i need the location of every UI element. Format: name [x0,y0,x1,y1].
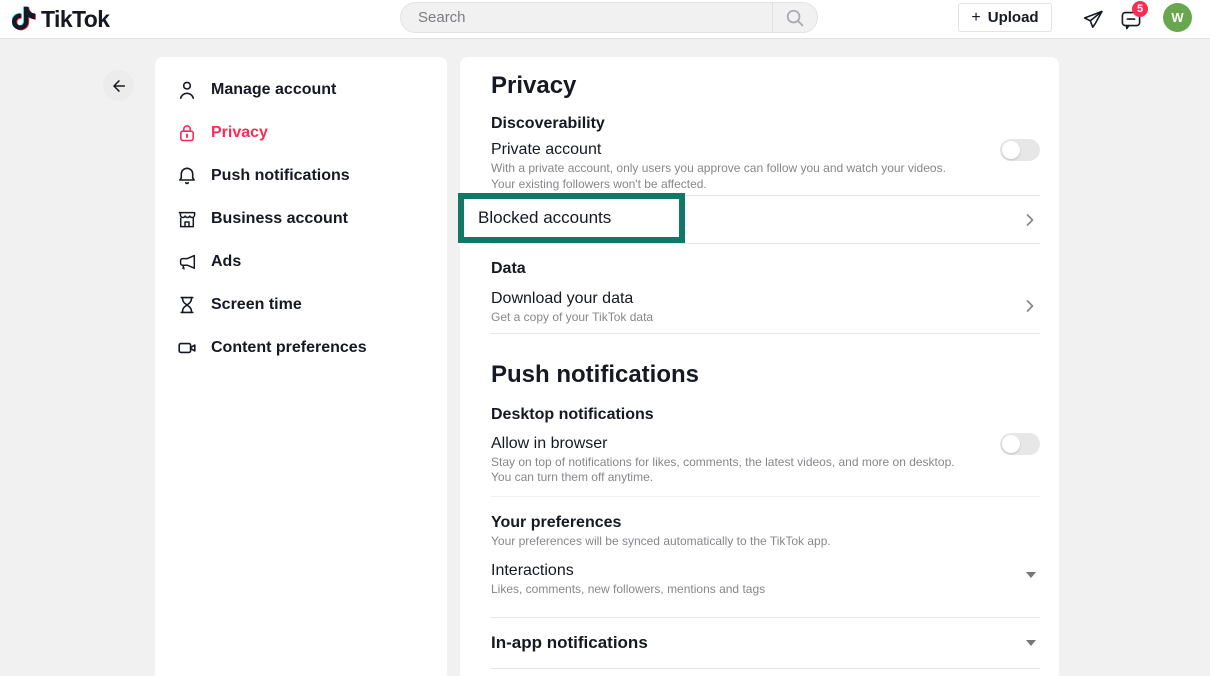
top-bar: TikTok + Upload 5 W [0,0,1210,39]
person-icon [176,79,198,101]
sidebar-item-privacy[interactable]: Privacy [155,111,447,154]
in-app-notifications-heading: In-app notifications [491,633,648,653]
sidebar-item-manage-account[interactable]: Manage account [155,68,447,111]
private-account-toggle[interactable] [1000,139,1040,161]
megaphone-icon [176,251,198,273]
download-data-label: Download your data [491,288,653,309]
tiktok-note-icon [12,4,39,34]
paper-plane-icon [1081,8,1105,32]
sidebar-item-label: Content preferences [211,339,367,357]
chevron-down-icon[interactable] [1026,572,1036,578]
divider [491,668,1040,669]
video-camera-icon [176,337,198,359]
upload-button[interactable]: + Upload [958,3,1052,32]
settings-content: Privacy Discoverability Private account … [460,57,1059,676]
download-data-row[interactable]: Download your data Get a copy of your Ti… [491,288,1040,326]
blocked-accounts-label: Blocked accounts [478,208,611,228]
push-notifications-title: Push notifications [491,360,1040,390]
interactions-description: Likes, comments, new followers, mentions… [491,582,765,598]
allow-in-browser-row: Allow in browser Stay on top of notifica… [491,433,1040,486]
sidebar-item-label: Ads [211,253,241,271]
discoverability-heading: Discoverability [491,113,1040,134]
search-icon [784,7,806,29]
your-preferences-description: Your preferences will be synced automati… [491,534,969,550]
storefront-icon [176,208,198,230]
divider [491,243,1040,244]
sidebar-item-push-notifications[interactable]: Push notifications [155,154,447,197]
search-input[interactable] [401,3,772,32]
hourglass-icon [176,294,198,316]
divider [491,333,1040,334]
search-button[interactable] [773,3,817,32]
plus-icon: + [971,10,980,26]
allow-in-browser-label: Allow in browser [491,433,969,454]
bell-icon [176,165,198,187]
chevron-right-icon [1022,298,1038,314]
interactions-label: Interactions [491,560,765,581]
chevron-right-icon [1022,212,1038,228]
sidebar-item-ads[interactable]: Ads [155,240,447,283]
sidebar-item-label: Manage account [211,81,336,99]
sidebar-item-business-account[interactable]: Business account [155,197,447,240]
settings-sidebar: Manage account Privacy Push notification… [155,57,447,676]
sidebar-item-content-preferences[interactable]: Content preferences [155,326,447,369]
private-account-label: Private account [491,139,969,160]
lock-icon [176,122,198,144]
privacy-title: Privacy [491,71,1040,101]
annotation-highlight-blocked-accounts[interactable]: Blocked accounts [458,193,685,243]
private-account-row: Private account With a private account, … [491,139,1040,192]
arrow-left-icon [110,77,128,95]
sidebar-item-label: Screen time [211,296,302,314]
tiktok-logo[interactable]: TikTok [12,4,109,34]
private-account-description: With a private account, only users you a… [491,161,969,192]
sidebar-item-label: Privacy [211,124,268,142]
data-heading: Data [491,258,1040,279]
sidebar-item-label: Push notifications [211,167,350,185]
back-button[interactable] [103,70,134,101]
chevron-down-icon[interactable] [1026,640,1036,646]
sidebar-item-screen-time[interactable]: Screen time [155,283,447,326]
sidebar-item-label: Business account [211,210,348,228]
interactions-row[interactable]: Interactions Likes, comments, new follow… [491,560,1040,598]
allow-in-browser-description: Stay on top of notifications for likes, … [491,455,969,486]
in-app-notifications-row[interactable]: In-app notifications [491,618,1040,668]
avatar[interactable]: W [1163,3,1192,32]
desktop-notifications-heading: Desktop notifications [491,404,1040,425]
your-preferences-heading: Your preferences [491,512,1040,533]
search-bar[interactable] [400,2,818,33]
logo-wordmark: TikTok [41,6,109,33]
divider [491,496,1040,497]
messages-button[interactable] [1080,7,1106,33]
download-data-description: Get a copy of your TikTok data [491,310,653,326]
inbox-button[interactable]: 5 [1118,7,1144,33]
notification-badge: 5 [1132,1,1148,17]
allow-in-browser-toggle[interactable] [1000,433,1040,455]
